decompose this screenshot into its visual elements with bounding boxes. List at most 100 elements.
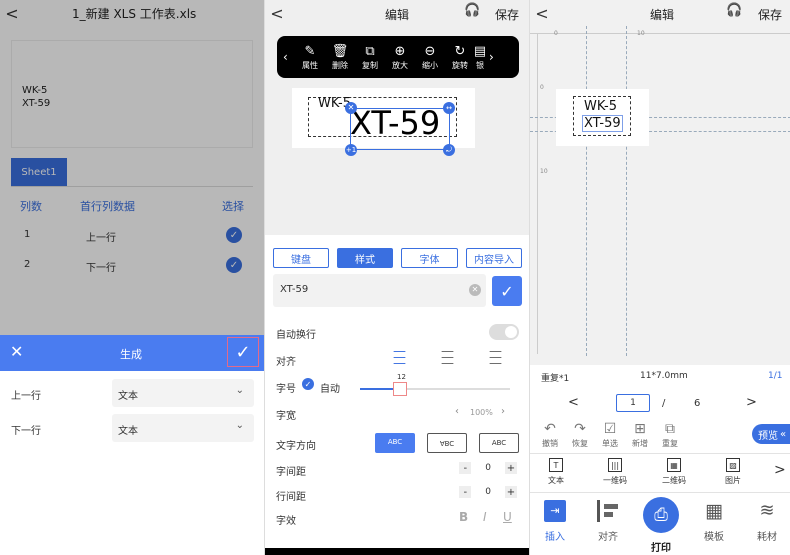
insert-qrcode-button[interactable]: ▦ 二维码: [654, 458, 694, 486]
text-effect-label: 字效: [276, 516, 296, 527]
preview-button[interactable]: 预览 «: [752, 424, 790, 444]
generate-bar: ✕ 生成 ✓: [0, 335, 264, 371]
insert-toolbar: T 文本 ||| 一维码 ▦ 二维码 ▨ 图片: [536, 458, 753, 486]
nav-print-label[interactable]: 打印: [651, 539, 671, 554]
text-input[interactable]: XT-59 ✕: [273, 274, 486, 307]
rotate-button[interactable]: ↻ 旋转: [445, 44, 475, 71]
back-icon[interactable]: <: [530, 4, 554, 23]
chevron-down-icon: ⌄: [235, 420, 244, 431]
guide-line: [626, 26, 627, 356]
more-button[interactable]: ▤银: [475, 44, 485, 71]
close-icon[interactable]: ✕: [345, 102, 357, 114]
add-handle[interactable]: +1: [345, 144, 357, 156]
canvas-text-selected[interactable]: XT-59: [350, 104, 440, 142]
minus-button[interactable]: -: [459, 486, 472, 498]
prev-page-icon[interactable]: <: [568, 395, 579, 410]
save-button[interactable]: 保存: [495, 6, 519, 23]
canvas-text-selected[interactable]: XT-59: [582, 115, 623, 132]
nav-consumables[interactable]: ≋ 耗材: [747, 500, 787, 543]
align-left-icon[interactable]: — — —: [393, 345, 413, 370]
letter-spacing-label: 字间距: [276, 467, 306, 478]
duplicate-icon: ⧉: [665, 421, 675, 437]
align-center-icon[interactable]: — — —: [441, 345, 461, 370]
plus-button[interactable]: +: [505, 486, 517, 498]
dir-horizontal-button[interactable]: ABC: [375, 433, 415, 453]
page-ratio: 1/1: [768, 371, 783, 381]
close-icon[interactable]: ✕: [10, 342, 23, 361]
auto-wrap-toggle[interactable]: [489, 324, 519, 340]
slider-fill: [360, 388, 394, 390]
delete-button[interactable]: 🗑 删除: [325, 44, 355, 71]
field-select[interactable]: 文本 ⌄: [112, 414, 254, 442]
ruler-left: 0 10: [530, 34, 548, 354]
back-icon[interactable]: <: [265, 4, 289, 23]
zoom-in-button[interactable]: ⊕ 放大: [385, 44, 415, 71]
insert-icon: ⇥: [544, 500, 566, 522]
slider-thumb[interactable]: [393, 382, 407, 396]
input-value: XT-59: [280, 284, 309, 295]
float-toolbar: ‹ ✎属性 🗑删除 ⧉复制 ⊕放大 ⊖缩小 ↻旋转 ▤银 ›: [277, 36, 519, 78]
ruler-top: 0 10: [530, 26, 790, 37]
headset-icon[interactable]: 🎧: [726, 3, 742, 18]
rotate-handle-icon[interactable]: ⤾: [443, 144, 455, 156]
tab-font[interactable]: 字体: [401, 248, 458, 268]
repeat-button[interactable]: ⧉ 重复: [655, 420, 685, 449]
clear-icon[interactable]: ✕: [469, 284, 481, 296]
double-chevron-left-icon: «: [780, 428, 787, 440]
plus-button[interactable]: +: [505, 462, 517, 474]
guide-line: [586, 26, 587, 356]
nav-align[interactable]: 对齐: [588, 500, 628, 543]
insert-text-button[interactable]: T 文本: [536, 458, 576, 486]
confirm-check-icon[interactable]: ✓: [227, 337, 259, 367]
font-size-value: 12: [397, 373, 406, 381]
canvas-area: [530, 0, 790, 365]
generate-form: 上一行 文本 ⌄ 下一行 文本 ⌄: [0, 371, 264, 555]
undo-button[interactable]: ↶ 撤销: [535, 420, 565, 449]
chevron-right-icon[interactable]: ›: [501, 406, 505, 417]
nav-insert[interactable]: ⇥ 插入: [535, 500, 575, 543]
layers-icon: ≋: [759, 500, 775, 521]
next-page-icon[interactable]: >: [746, 395, 757, 410]
print-icon[interactable]: ⎙: [643, 497, 679, 533]
stepper-value: 0: [485, 487, 491, 497]
nav-template[interactable]: ▦ 模板: [694, 500, 734, 543]
bold-button[interactable]: B: [459, 510, 468, 524]
chevron-right-icon[interactable]: ›: [489, 50, 494, 64]
zoom-out-button[interactable]: ⊖ 缩小: [415, 44, 445, 71]
insert-barcode-button[interactable]: ||| 一维码: [595, 458, 635, 486]
undo-icon: ↶: [544, 421, 556, 437]
repeat-count: 重复*1: [541, 374, 570, 384]
dir-reverse-button[interactable]: ABC: [427, 433, 467, 453]
minus-button[interactable]: -: [459, 462, 472, 474]
dir-arc-button[interactable]: ABC: [479, 433, 519, 453]
page-input[interactable]: 1: [616, 394, 650, 412]
field-select[interactable]: 文本 ⌄: [112, 379, 254, 407]
redo-button[interactable]: ↷ 恢复: [565, 420, 595, 449]
chevron-right-icon[interactable]: >: [774, 462, 786, 478]
headset-icon[interactable]: 🎧: [464, 3, 480, 18]
canvas-text[interactable]: WK-5: [584, 99, 617, 114]
underline-button[interactable]: U: [503, 510, 512, 524]
tab-style[interactable]: 样式: [337, 248, 393, 268]
chevron-left-icon[interactable]: ‹: [283, 50, 295, 64]
resize-horizontal-icon[interactable]: ↔: [443, 102, 455, 114]
chevron-left-icon[interactable]: ‹: [455, 406, 459, 417]
insert-image-button[interactable]: ▨ 图片: [713, 458, 753, 486]
add-button[interactable]: ⊞ 新增: [625, 420, 655, 449]
editor-panel: < 编辑 🎧 保存 0 10 0 10 WK-5 XT-59 重复*1 11*7…: [529, 0, 790, 555]
tab-content-import[interactable]: 内容导入: [466, 248, 522, 268]
copy-button[interactable]: ⧉ 复制: [355, 44, 385, 71]
field-label: 上一行: [11, 391, 41, 402]
properties-button[interactable]: ✎ 属性: [295, 44, 325, 71]
save-button[interactable]: 保存: [758, 6, 782, 23]
tab-keyboard[interactable]: 键盘: [273, 248, 329, 268]
auto-check-icon[interactable]: ✓: [302, 378, 314, 390]
align-right-icon[interactable]: — — —: [489, 345, 509, 370]
add-file-icon: ⊞: [634, 421, 646, 437]
italic-button[interactable]: I: [483, 510, 487, 524]
chevron-down-icon: ⌄: [235, 385, 244, 396]
modal-overlay[interactable]: [0, 0, 264, 335]
single-select-button[interactable]: ☑ 单选: [595, 420, 625, 449]
confirm-button[interactable]: ✓: [492, 276, 522, 306]
redo-icon: ↷: [574, 421, 586, 437]
